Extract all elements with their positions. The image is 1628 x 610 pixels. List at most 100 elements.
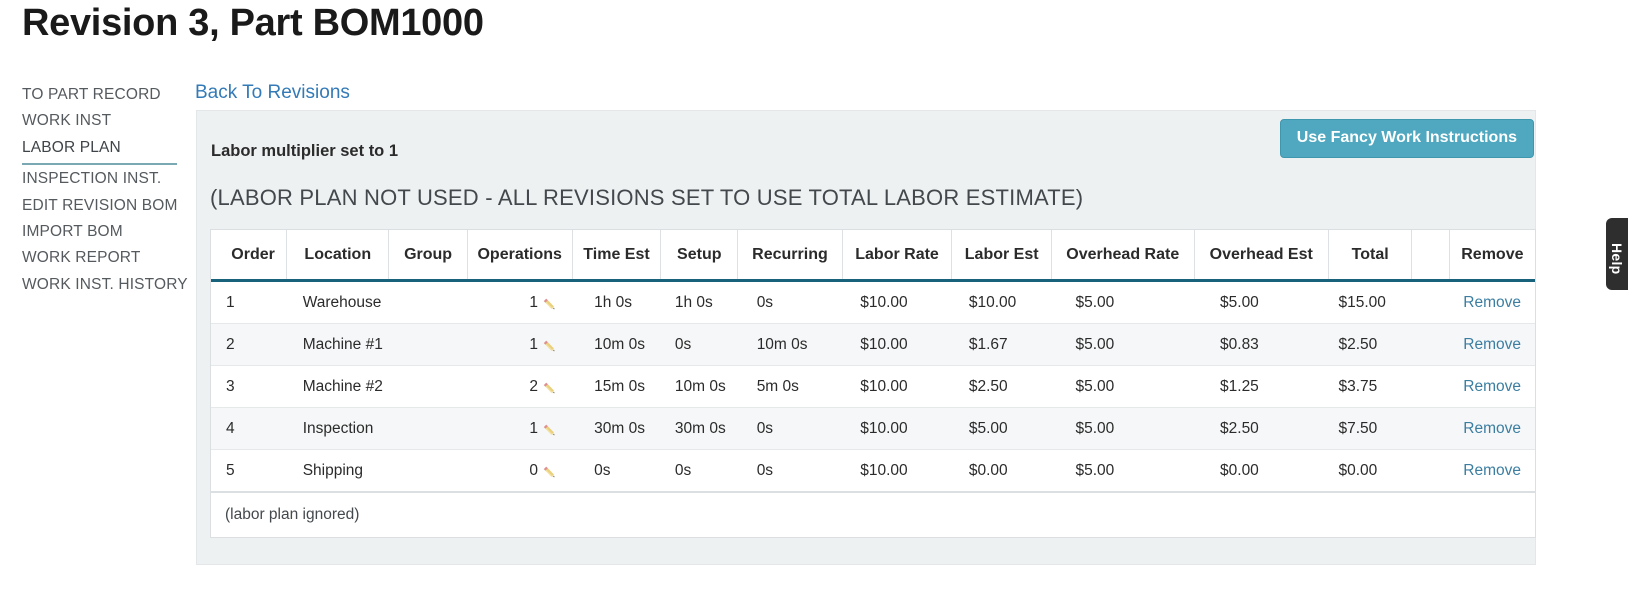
sidebar-item-work-inst[interactable]: WORK INST [22,108,182,134]
sidebar-item-inspection-inst[interactable]: INSPECTION INST. [22,166,182,192]
cell-order: 5 [211,449,287,492]
pencil-icon[interactable] [540,379,559,398]
cell-total: $15.00 [1328,280,1412,324]
cell-order: 4 [211,407,287,450]
pencil-icon[interactable] [540,295,559,314]
cell-blank [1411,449,1450,492]
cell-labor-rate: $10.00 [842,365,952,408]
cell-overhead-rate: $5.00 [1051,449,1195,492]
cell-group [388,365,468,408]
cell-remove: Remove [1449,280,1535,324]
cell-group [388,323,468,366]
operations-count: 1 [529,419,538,437]
table-row: 3 Machine #2 2 15m 0s 10m 0s 5m 0s $10.00 $2.50… [211,365,1535,408]
cell-time-est: 1h 0s [572,280,661,324]
cell-blank [1411,365,1450,408]
cell-blank [1411,323,1450,366]
pencil-icon[interactable] [540,463,559,482]
cell-overhead-rate: $5.00 [1051,365,1195,408]
cell-overhead-est: $0.00 [1194,449,1329,492]
column-header-time-est: Time Est [572,230,662,282]
cell-recurring: 5m 0s [737,365,843,408]
cell-remove: Remove [1449,323,1535,366]
cell-recurring: 0s [737,280,843,324]
sidebar-item-to-part-record[interactable]: TO PART RECORD [22,82,182,108]
cell-group [388,280,468,324]
column-header-total: Total [1328,230,1413,282]
cell-time-est: 15m 0s [572,365,661,408]
remove-link[interactable]: Remove [1463,462,1521,479]
sidebar-item-work-report[interactable]: WORK REPORT [22,245,182,271]
cell-remove: Remove [1449,449,1535,492]
cell-labor-rate: $10.00 [842,407,952,450]
table-row: 5 Shipping 0 0s 0s 0s $10.00 $0.00 $5.00 $0.00 $0.… [211,449,1535,492]
cell-group [388,449,468,492]
cell-recurring: 0s [737,449,843,492]
cell-location: Inspection [286,407,389,450]
cell-operations: 1 [467,407,573,450]
cell-overhead-est: $2.50 [1194,407,1329,450]
cell-time-est: 30m 0s [572,407,661,450]
column-header-labor-rate: Labor Rate [842,230,953,282]
cell-recurring: 10m 0s [737,323,843,366]
cell-setup: 1h 0s [660,280,738,324]
table-footer-note: (labor plan ignored) [211,492,1535,537]
sidebar-item-work-inst-history[interactable]: WORK INST. HISTORY [22,272,188,298]
cell-labor-rate: $10.00 [842,323,952,366]
remove-link[interactable]: Remove [1463,336,1521,353]
pencil-icon[interactable] [540,421,559,440]
cell-overhead-est: $5.00 [1194,280,1329,324]
cell-labor-est: $0.00 [951,449,1052,492]
column-header-location: Location [286,230,390,282]
column-header-order: Order [211,230,288,282]
cell-operations: 0 [467,449,573,492]
back-to-revisions-link[interactable]: Back To Revisions [195,82,350,104]
remove-link[interactable]: Remove [1463,420,1521,437]
cell-operations: 2 [467,365,573,408]
cell-order: 3 [211,365,287,408]
cell-setup: 10m 0s [660,365,738,408]
sidebar-item-labor-plan[interactable]: LABOR PLAN [22,135,177,166]
cell-time-est: 0s [572,449,661,492]
table-row: 4 Inspection 1 30m 0s 30m 0s 0s $10.00 $5.00 $5.… [211,407,1535,450]
cell-blank [1411,407,1450,450]
cell-location: Machine #2 [286,365,389,408]
column-header-recurring: Recurring [737,230,843,282]
cell-overhead-est: $0.83 [1194,323,1329,366]
sidebar-item-edit-revision-bom[interactable]: EDIT REVISION BOM [22,193,182,219]
cell-location: Machine #1 [286,323,389,366]
labor-multiplier-text: Labor multiplier set to 1 [211,142,399,160]
use-fancy-work-instructions-button[interactable]: Use Fancy Work Instructions [1279,119,1534,158]
cell-time-est: 10m 0s [572,323,661,366]
labor-plan-notice: (LABOR PLAN NOT USED - ALL REVISIONS SET… [210,185,1084,210]
remove-link[interactable]: Remove [1463,378,1521,395]
sidebar-item-import-bom[interactable]: IMPORT BOM [22,219,182,245]
cell-overhead-rate: $5.00 [1051,280,1195,324]
cell-labor-est: $10.00 [951,280,1052,324]
help-tab-label: Help [1609,243,1625,275]
labor-plan-table-container: Order Location Group Operations Time Est Setu… [210,229,1536,538]
cell-labor-est: $1.67 [951,323,1052,366]
cell-labor-est: $2.50 [951,365,1052,408]
column-header-remove: Remove [1449,230,1535,282]
operations-count: 0 [529,461,538,479]
operations-count: 1 [529,335,538,353]
cell-remove: Remove [1449,365,1535,408]
pencil-icon[interactable] [540,337,559,356]
page-root: Revision 3, Part BOM1000 TO PART RECORD W… [0,0,1628,610]
column-header-operations: Operations [467,230,573,282]
column-header-overhead-rate: Overhead Rate [1051,230,1195,282]
cell-order: 1 [211,280,287,324]
labor-plan-table: Order Location Group Operations Time Est Setu… [211,230,1535,492]
remove-link[interactable]: Remove [1463,294,1521,311]
column-header-blank [1411,230,1450,282]
cell-labor-est: $5.00 [951,407,1052,450]
column-header-overhead-est: Overhead Est [1194,230,1329,282]
cell-setup: 0s [660,449,738,492]
cell-group [388,407,468,450]
sidebar-nav: TO PART RECORD WORK INST LABOR PLAN INSPECT… [22,82,188,298]
labor-plan-panel: Use Fancy Work Instructions Labor multip… [196,110,1536,565]
cell-labor-rate: $10.00 [842,449,952,492]
column-header-setup: Setup [660,230,739,282]
help-tab[interactable]: Help [1606,218,1628,290]
